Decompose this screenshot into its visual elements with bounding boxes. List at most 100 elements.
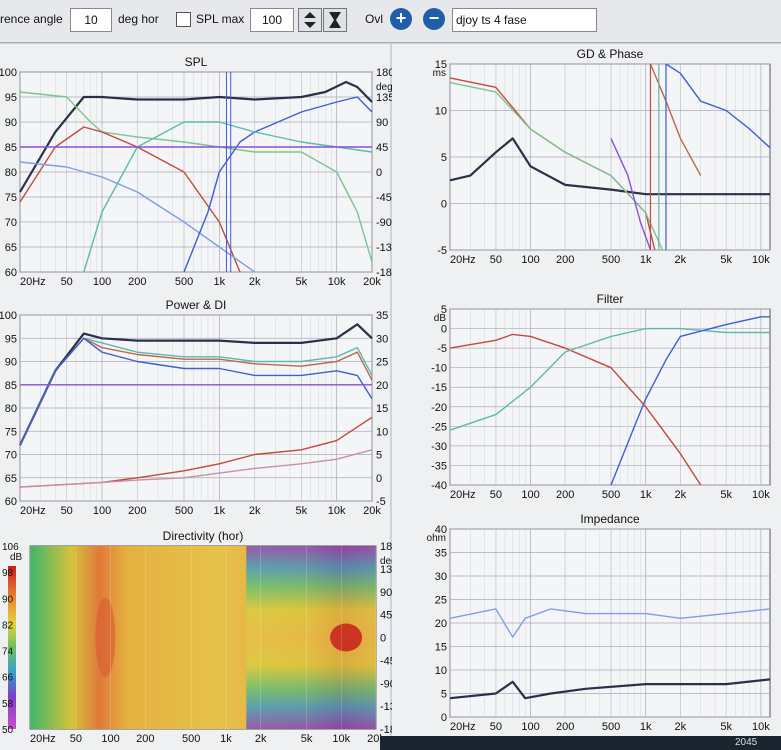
x-tick-label: 1k: [640, 254, 652, 266]
x-tick-label: 500: [182, 733, 200, 745]
y-tick-label: 5: [441, 152, 447, 164]
x-tick-label: 200: [556, 721, 574, 733]
y2-tick-label: -90: [380, 678, 392, 690]
y-tick-label: 85: [5, 142, 17, 154]
directivity-chart: Directivity (hor)10698908274665850dB20Hz…: [2, 529, 392, 745]
x-tick-label: 2k: [249, 276, 261, 288]
x-tick-label: 20Hz: [30, 733, 56, 745]
z-tick-label: 66: [2, 673, 14, 684]
y2-tick-label: -45: [380, 655, 392, 667]
z-tick-label: 98: [2, 568, 14, 579]
x-tick-label: 50: [70, 733, 82, 745]
y-tick-label: -25: [431, 421, 447, 433]
x-tick-label: 20Hz: [450, 721, 476, 733]
directivity-title: Directivity (hor): [163, 529, 244, 543]
y2-tick-label: -180: [376, 267, 392, 279]
y-tick-label: 85: [5, 380, 17, 392]
y2-tick-label: 30: [376, 333, 388, 345]
y2-tick-label: -135: [380, 701, 392, 713]
y2-tick-label: -135: [376, 242, 392, 254]
taskbar: [380, 736, 781, 750]
impedance-title: Impedance: [580, 512, 640, 526]
y-unit-label: ohm: [427, 533, 446, 544]
y2-tick-label: 135: [376, 92, 392, 104]
y-tick-label: 95: [5, 92, 17, 104]
y-tick-label: 30: [435, 571, 447, 583]
x-tick-label: 50: [61, 276, 73, 288]
project-name-field[interactable]: djoy ts 4 fase: [452, 8, 597, 32]
x-tick-label: 2k: [675, 721, 687, 733]
x-tick-label: 500: [602, 254, 620, 266]
x-tick-label: 5k: [720, 489, 732, 501]
x-tick-label: 10k: [328, 276, 346, 288]
y-tick-label: 80: [5, 403, 17, 415]
x-tick-label: 100: [521, 721, 539, 733]
x-tick-label: 2k: [675, 254, 687, 266]
filter-plot-area: [449, 308, 771, 486]
y2-tick-label: 0: [380, 633, 386, 645]
x-tick-label: 1k: [640, 721, 652, 733]
add-overlay-button[interactable]: +: [390, 8, 412, 30]
y2-tick-label: 45: [376, 142, 388, 154]
x-tick-label: 10k: [328, 505, 346, 517]
gd-phase-chart: GD & Phase 20Hz 50 100 200 500 1k 2k 5k 10k -5 0 5 10…: [433, 47, 771, 266]
x-tick-label: 10k: [752, 721, 770, 733]
x-tick-label: 200: [136, 733, 154, 745]
x-tick-label: 5k: [720, 254, 732, 266]
x-tick-label: 5k: [296, 276, 308, 288]
spl-max-input[interactable]: 100: [250, 8, 294, 32]
ovl-label: Ovl: [365, 12, 383, 26]
spin-updown-button[interactable]: [298, 8, 322, 32]
y2-tick-label: 20: [376, 380, 388, 392]
filter-title: Filter: [597, 292, 624, 306]
y-tick-label: 65: [5, 473, 17, 485]
reference-angle-input[interactable]: 10: [70, 8, 112, 32]
x-tick-label: 1k: [640, 489, 652, 501]
y2-tick-label: 0: [376, 167, 382, 179]
spl-max-checkbox[interactable]: [176, 12, 191, 27]
y2-unit-label: deg: [376, 82, 392, 93]
x-tick-label: 50: [490, 721, 502, 733]
y-tick-label: -40: [431, 480, 447, 492]
hourglass-icon: [329, 12, 341, 28]
x-tick-label: 100: [521, 489, 539, 501]
y-unit-label: dB: [434, 313, 447, 324]
x-tick-label: 100: [93, 276, 111, 288]
y2-tick-label: 10: [376, 426, 388, 438]
x-tick-label: 5k: [296, 505, 308, 517]
x-tick-label: 500: [175, 276, 193, 288]
x-tick-label: 50: [490, 489, 502, 501]
z-unit-label: dB: [10, 552, 23, 563]
x-tick-label: 10k: [752, 254, 770, 266]
y-tick-label: 0: [441, 712, 447, 724]
y-tick-label: -35: [431, 460, 447, 472]
up-down-arrows-icon: [304, 12, 316, 28]
y-tick-label: 25: [435, 595, 447, 607]
x-tick-label: 50: [490, 254, 502, 266]
x-tick-label: 20Hz: [20, 276, 46, 288]
fit-button[interactable]: [323, 8, 347, 32]
y-tick-label: 60: [5, 267, 17, 279]
y-tick-label: 100: [0, 67, 17, 79]
x-tick-label: 10k: [752, 489, 770, 501]
x-tick-label: 2k: [249, 505, 261, 517]
y2-tick-label: -90: [376, 217, 392, 229]
remove-overlay-button[interactable]: −: [423, 8, 445, 30]
spl-max-label: SPL max: [196, 12, 245, 26]
z-tick-label: 90: [2, 594, 14, 605]
y-tick-label: 80: [5, 167, 17, 179]
y2-tick-label: 90: [376, 117, 388, 129]
x-tick-label: 100: [521, 254, 539, 266]
y-tick-label: -10: [431, 363, 447, 375]
y-tick-label: 20: [435, 618, 447, 630]
y2-tick-label: 90: [380, 587, 392, 599]
y2-tick-label: 5: [376, 450, 382, 462]
y-tick-label: 10: [435, 665, 447, 677]
power-title: Power & DI: [166, 298, 227, 312]
y-tick-label: 15: [435, 642, 447, 654]
taskbar-clock: 2045: [735, 737, 758, 748]
z-tick-label: 74: [2, 647, 14, 658]
spl-chart: SPL20Hz 50 100 200 500 1k 2k 5k 10k 20k6065707580…: [0, 55, 392, 288]
x-tick-label: 1k: [214, 505, 226, 517]
y2-tick-label: 35: [376, 310, 388, 322]
